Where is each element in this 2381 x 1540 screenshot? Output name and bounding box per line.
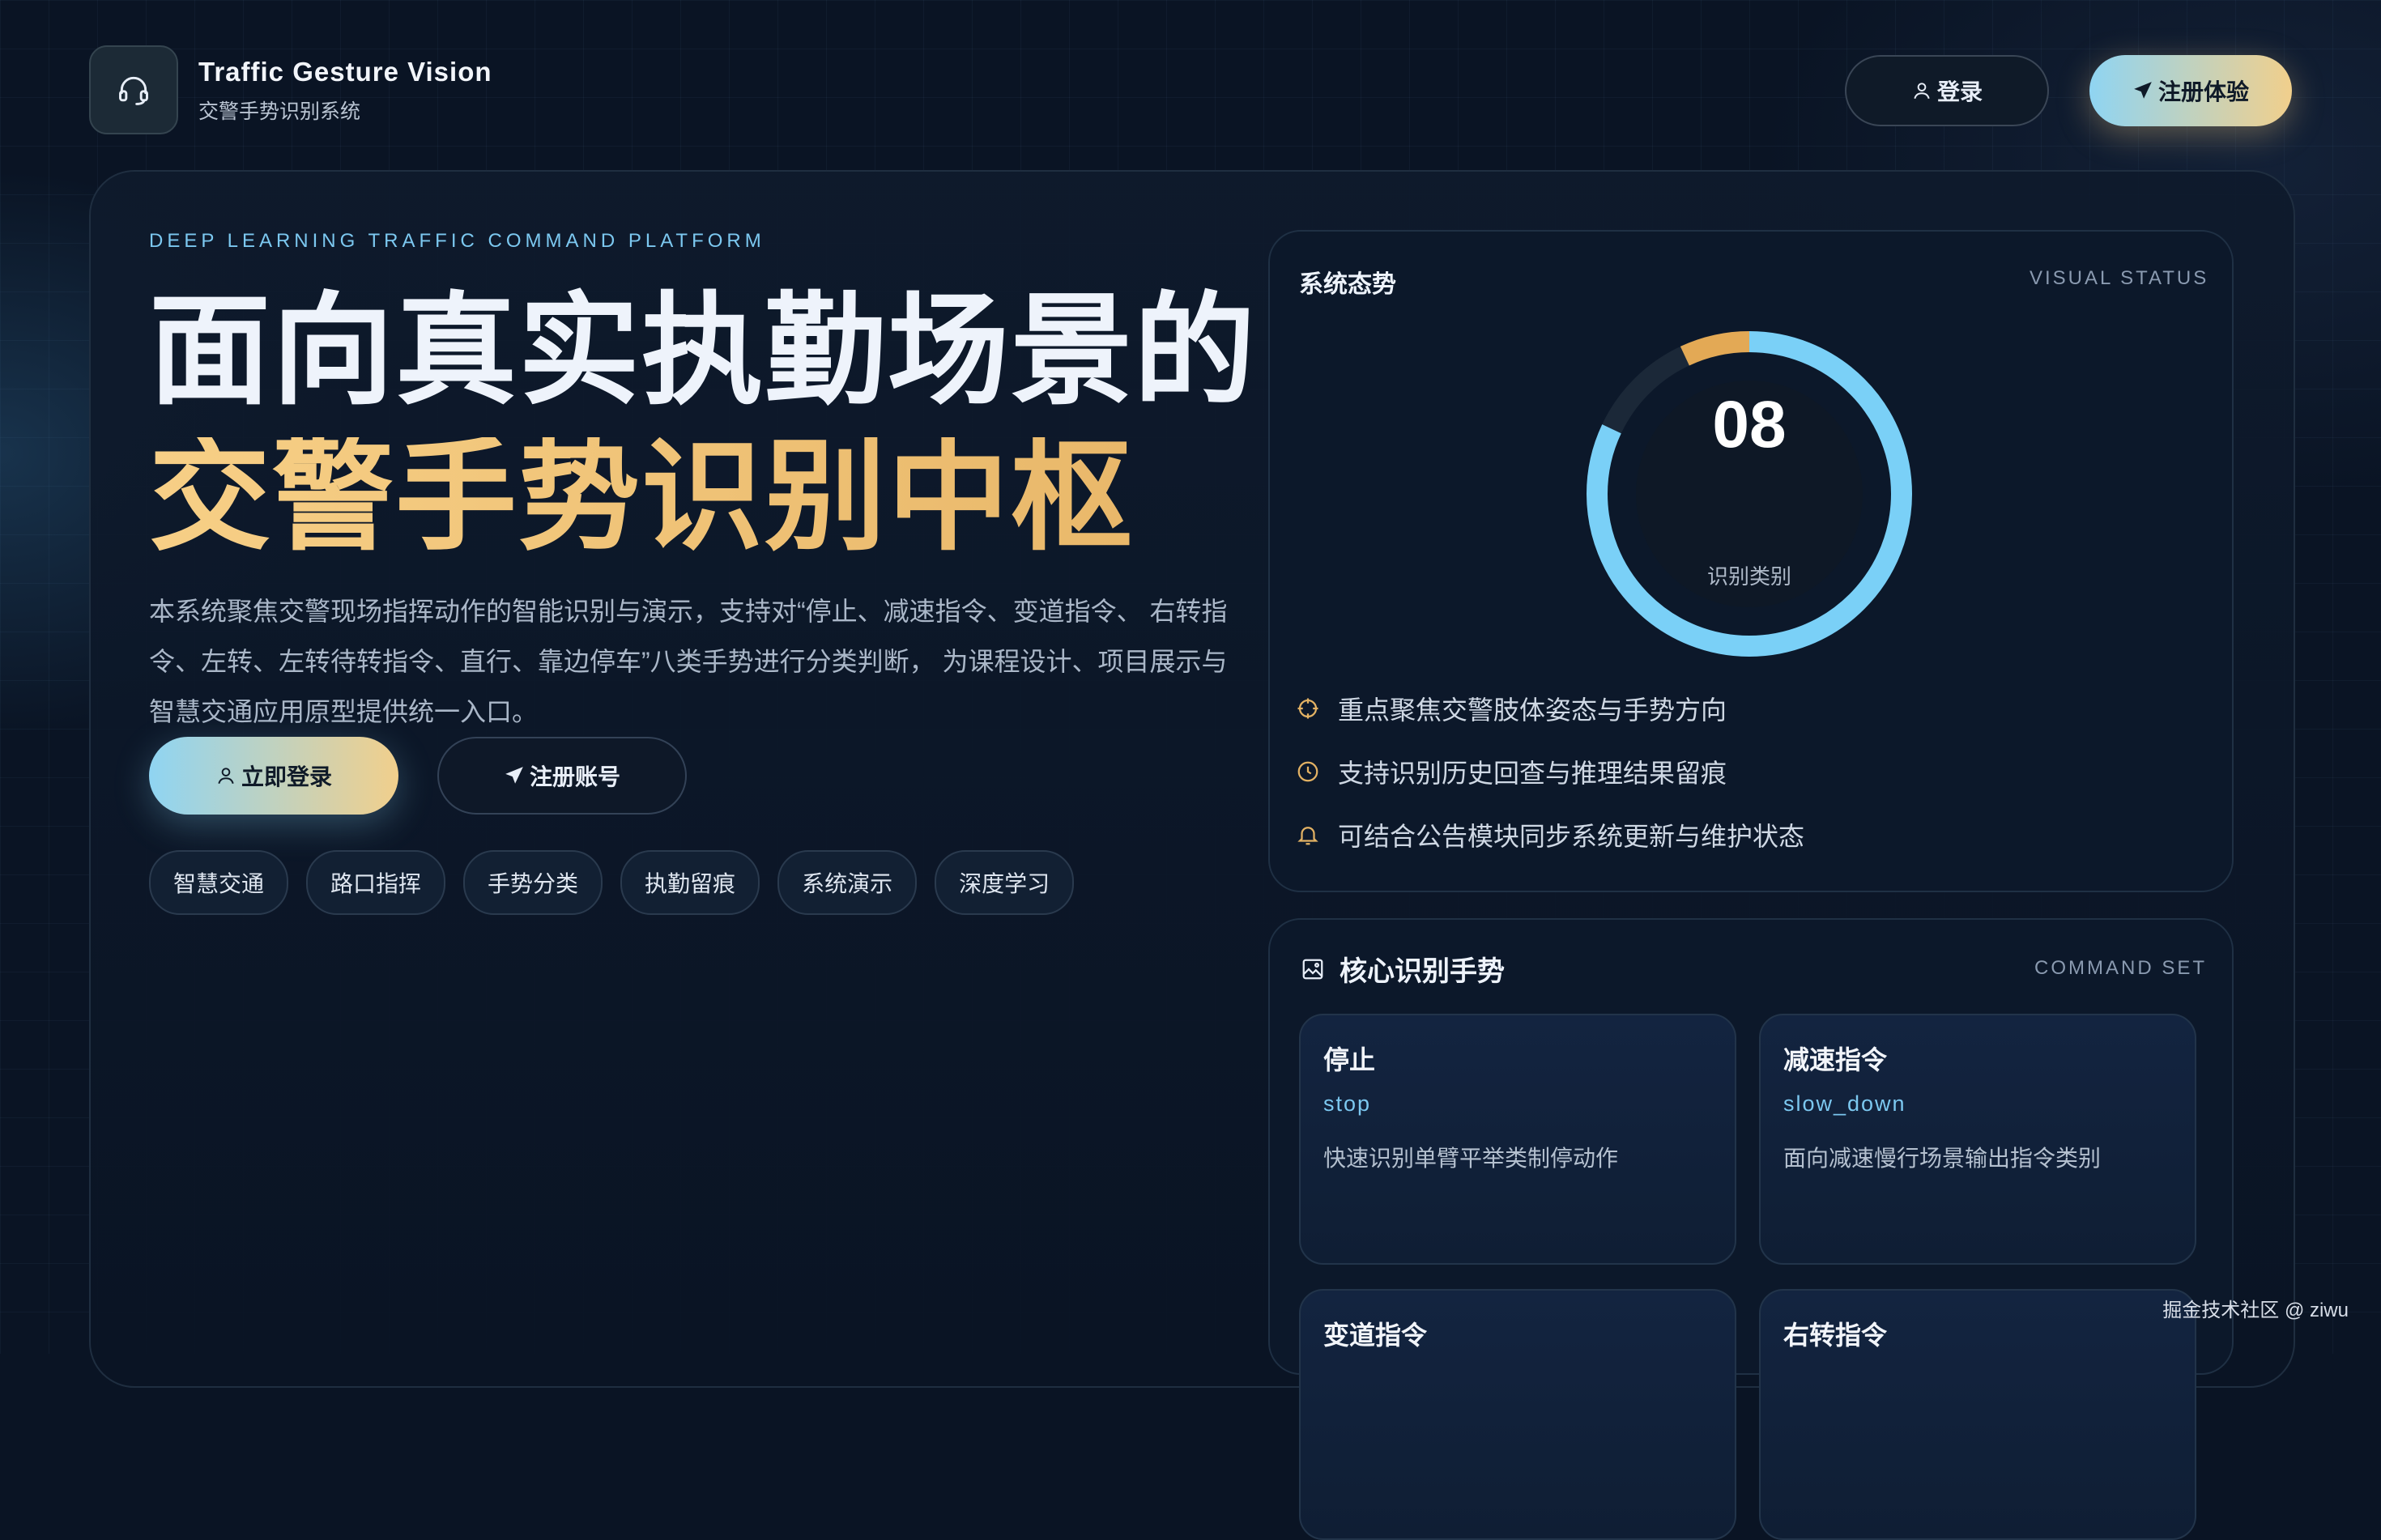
feature-item: 支持识别历史回查与推理结果留痕 [1296, 753, 1727, 790]
brand-title: Traffic Gesture Vision [198, 57, 492, 87]
gauge-label: 识别类别 [1706, 564, 1791, 589]
login-button-label: 登录 [1936, 79, 1983, 104]
login-button[interactable]: 登录 [1845, 55, 2049, 126]
send-icon [2134, 82, 2152, 99]
user-icon [1914, 83, 1930, 100]
clock-icon [1297, 761, 1318, 782]
feature-item: 重点聚焦交警肢体姿态与手势方向 [1296, 690, 1727, 727]
user-icon [218, 768, 234, 785]
tag-chip: 手势分类 [463, 850, 603, 915]
gesture-item-stop[interactable]: 停止 stop 快速识别单臂平举类制停动作 [1299, 1014, 1736, 1265]
tag-chip: 系统演示 [777, 850, 918, 915]
gesture-item-turn-right[interactable]: 右转指令 [1759, 1289, 2196, 1540]
send-icon [505, 767, 523, 784]
tag-chip: 深度学习 [935, 850, 1075, 915]
register-button-label: 注册体验 [2157, 79, 2249, 104]
tag-list: 智慧交通 路口指挥 手势分类 执勤留痕 系统演示 深度学习 [149, 850, 1075, 915]
gesture-desc: 快速识别单臂平举类制停动作 [1323, 1146, 1619, 1171]
login-now-button[interactable]: 立即登录 [149, 737, 398, 815]
status-card-tag: VISUAL STATUS [2030, 267, 2209, 289]
tag-chip: 路口指挥 [306, 850, 446, 915]
login-now-label: 立即登录 [241, 764, 332, 789]
gauge-value: 08 [1712, 388, 1787, 462]
feature-text: 支持识别历史回查与推理结果留痕 [1338, 759, 1727, 788]
watermark: 掘金技术社区 @ ziwu [2162, 1300, 2349, 1321]
feature-item: 可结合公告模块同步系统更新与维护状态 [1296, 816, 1804, 853]
image-icon [1302, 959, 1323, 979]
register-button[interactable]: 注册体验 [2089, 55, 2292, 126]
gesture-item-change-lane[interactable]: 变道指令 [1299, 1289, 1736, 1540]
gesture-name: 停止 [1323, 1045, 1376, 1074]
gesture-card-header: 核心识别手势 [1301, 949, 1505, 989]
hero-eyebrow: DEEP LEARNING TRAFFIC COMMAND PLATFORM [149, 230, 765, 252]
gesture-code: stop [1323, 1091, 1372, 1116]
brand-subtitle: 交警手势识别系统 [198, 100, 361, 123]
gesture-card-title: 核心识别手势 [1340, 956, 1505, 987]
register-account-label: 注册账号 [529, 764, 620, 789]
gesture-name: 减速指令 [1783, 1045, 1888, 1074]
register-account-button[interactable]: 注册账号 [437, 737, 687, 815]
gesture-card-tag: COMMAND SET [2034, 957, 2207, 979]
feature-text: 重点聚焦交警肢体姿态与手势方向 [1338, 696, 1727, 725]
tag-chip: 智慧交通 [149, 850, 289, 915]
gesture-desc: 面向减速慢行场景输出指令类别 [1783, 1146, 2102, 1171]
gesture-code: slow_down [1783, 1091, 1906, 1116]
hero-description: 本系统聚焦交警现场指挥动作的智能识别与演示，支持对“停止、减速指令、变道指令、 … [149, 597, 1228, 726]
status-card-title: 系统态势 [1299, 271, 1396, 298]
hero-title-line1: 面向真实执勤场景的 [149, 285, 1258, 419]
hero-title-line2: 交警手势识别中枢 [149, 431, 1135, 565]
bell-icon [1297, 827, 1318, 845]
gesture-name: 右转指令 [1783, 1321, 1888, 1350]
crosshair-icon [1297, 698, 1318, 719]
gesture-name: 变道指令 [1323, 1321, 1428, 1350]
tag-chip: 执勤留痕 [620, 850, 760, 915]
recognition-gauge [1587, 331, 1912, 657]
gesture-item-slow-down[interactable]: 减速指令 slow_down 面向减速慢行场景输出指令类别 [1759, 1014, 2196, 1265]
feature-text: 可结合公告模块同步系统更新与维护状态 [1338, 822, 1805, 851]
headset-icon [89, 45, 178, 134]
